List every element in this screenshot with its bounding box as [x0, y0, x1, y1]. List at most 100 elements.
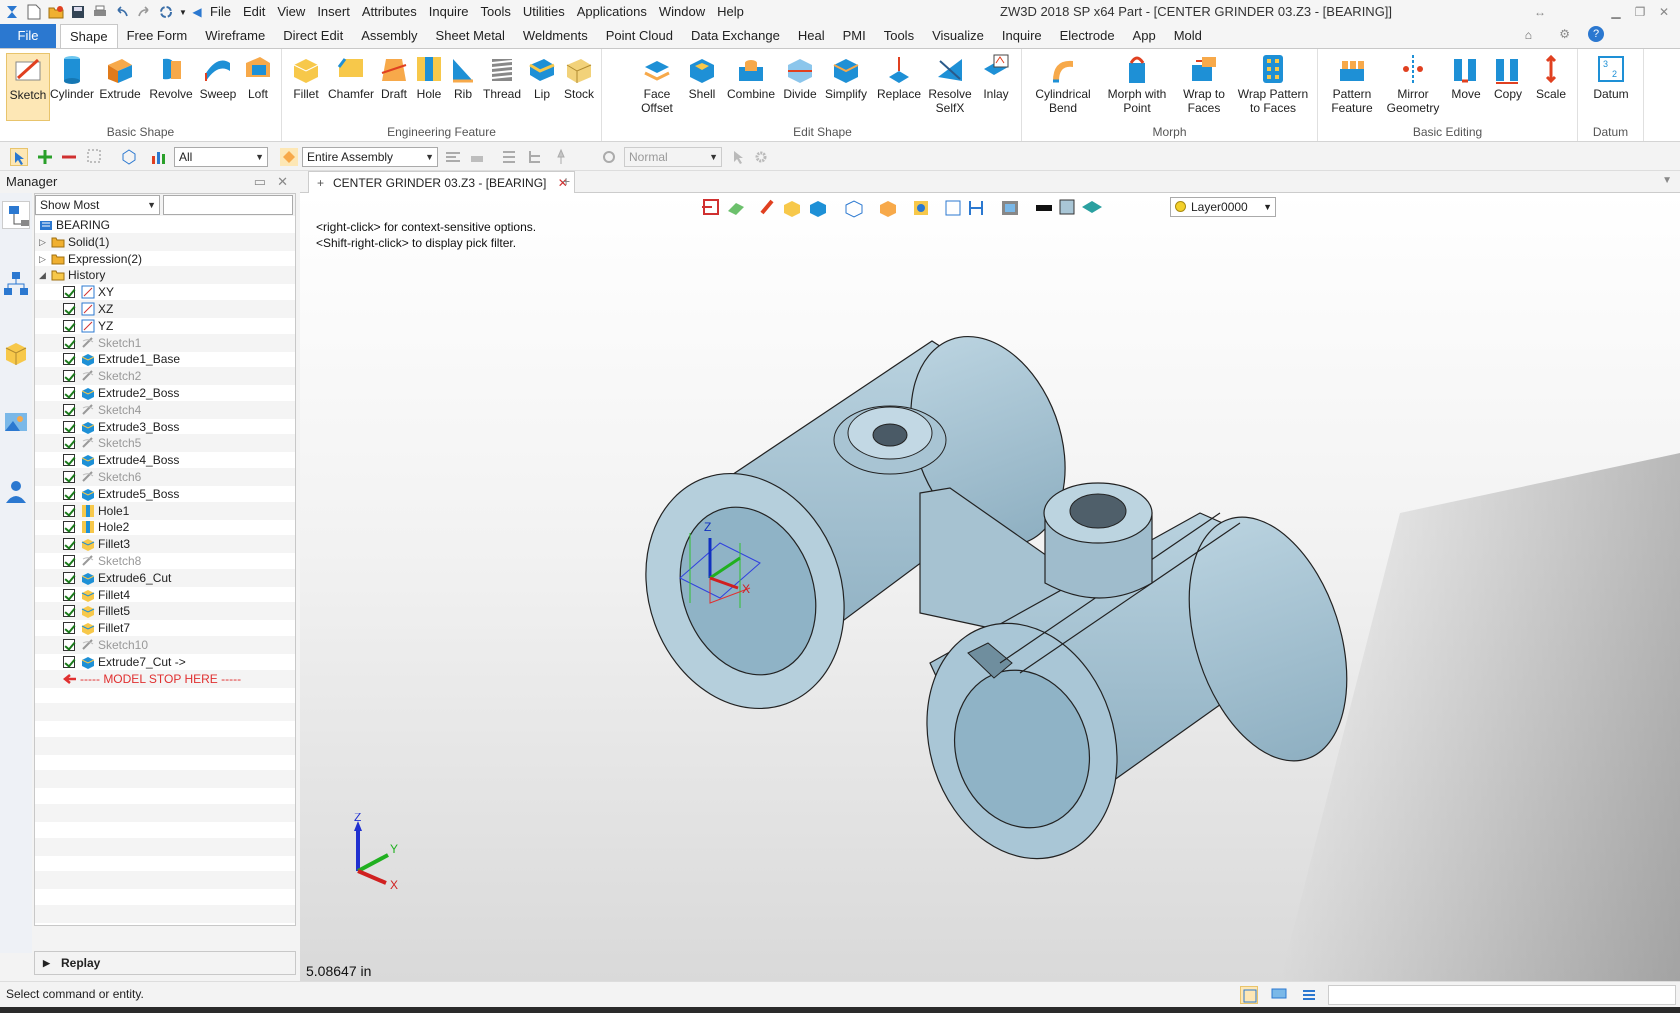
filter-grid-icon[interactable] [86, 148, 104, 166]
gear-small-icon[interactable] [752, 148, 770, 166]
morph-with-point-button[interactable]: Morph with Point [1104, 53, 1170, 115]
tree-row[interactable]: Sketch2 [35, 367, 295, 386]
visibility-checkbox[interactable] [63, 655, 75, 668]
loft-button[interactable]: Loft [240, 53, 276, 101]
tree-row[interactable]: ----- MODEL STOP HERE ----- [35, 669, 295, 688]
tab-wireframe[interactable]: Wireframe [196, 24, 274, 48]
visibility-checkbox[interactable] [63, 336, 75, 349]
visibility-checkbox[interactable] [63, 403, 75, 416]
tree-row[interactable]: YZ [35, 317, 295, 335]
move-button[interactable]: Move [1446, 53, 1486, 101]
tab-visualize[interactable]: Visualize [923, 24, 993, 48]
dropdown-arrow-icon[interactable]: ▼ [178, 2, 188, 22]
sweep-button[interactable]: Sweep [196, 53, 240, 101]
visibility-checkbox[interactable] [63, 387, 75, 399]
image-tab-icon[interactable] [2, 408, 30, 436]
thread-button[interactable]: Thread [480, 53, 524, 101]
tree-row[interactable]: Hole1 [35, 501, 295, 520]
visibility-checkbox[interactable] [63, 487, 75, 500]
tree-row[interactable]: Sketch8 [35, 552, 295, 570]
save-icon[interactable] [68, 2, 88, 22]
replace-button[interactable]: Replace [874, 53, 924, 101]
remove-icon[interactable] [60, 148, 78, 166]
tab-app[interactable]: App [1124, 24, 1165, 48]
distribute-icon[interactable] [468, 148, 486, 166]
visibility-checkbox[interactable] [63, 605, 75, 618]
back-arrow-icon[interactable]: ◀ [190, 2, 204, 22]
tab-point-cloud[interactable]: Point Cloud [597, 24, 682, 48]
stock-button[interactable]: Stock [560, 53, 598, 101]
resolve-selfx-button[interactable]: Resolve SelfX [926, 53, 974, 115]
tab-heal[interactable]: Heal [789, 24, 834, 48]
visibility-checkbox[interactable] [63, 521, 75, 534]
tree-icon[interactable] [526, 148, 544, 166]
cylinder-button[interactable]: Cylinder [50, 53, 94, 101]
tree-row[interactable]: Fillet5 [35, 602, 295, 621]
bearing-part-model[interactable]: Z X [300, 193, 1680, 981]
visibility-checkbox[interactable] [63, 437, 75, 450]
monitor-icon[interactable] [1270, 986, 1288, 1004]
datum-button[interactable]: 32 Datum [1590, 53, 1632, 101]
tab-mold[interactable]: Mold [1165, 24, 1211, 48]
document-tab[interactable]: + CENTER GRINDER 03.Z3 - [BEARING] ✕ [308, 171, 575, 193]
tree-row[interactable]: XY [35, 283, 295, 301]
tab-electrode[interactable]: Electrode [1051, 24, 1124, 48]
close-icon[interactable]: ✕ [1654, 2, 1674, 22]
collapse-ribbon-icon[interactable]: ⌂ [1525, 28, 1532, 42]
visibility-checkbox[interactable] [63, 555, 75, 567]
tree-row[interactable]: Fillet7 [35, 619, 295, 637]
divide-button[interactable]: Divide [780, 53, 820, 101]
menu-edit[interactable]: Edit [237, 0, 271, 24]
tree-row[interactable]: Sketch5 [35, 434, 295, 453]
assembly-scope-icon[interactable] [280, 148, 298, 166]
menu-inquire[interactable]: Inquire [423, 0, 475, 24]
shell-button[interactable]: Shell [682, 53, 722, 101]
rebuild-icon[interactable] [156, 2, 176, 22]
tab-inquire[interactable]: Inquire [993, 24, 1051, 48]
menu-view[interactable]: View [271, 0, 311, 24]
help-icon[interactable]: ? [1588, 26, 1604, 42]
chart-icon[interactable] [150, 148, 168, 166]
tree-row[interactable]: Fillet4 [35, 586, 295, 604]
draft-button[interactable]: Draft [376, 53, 412, 101]
tab-sheet-metal[interactable]: Sheet Metal [427, 24, 514, 48]
menu-tools[interactable]: Tools [475, 0, 517, 24]
new-tab-icon[interactable]: + [562, 173, 570, 189]
tree-row[interactable]: Fillet3 [35, 535, 295, 554]
resize-arrows-icon[interactable]: ↔ [1530, 2, 1550, 22]
tree-row[interactable]: Extrude5_Boss [35, 485, 295, 503]
command-input[interactable] [1328, 985, 1676, 1005]
redo-icon[interactable] [134, 2, 154, 22]
pin-panel-icon[interactable]: ▭ [254, 171, 266, 193]
menu-window[interactable]: Window [653, 0, 711, 24]
history-tab-icon[interactable] [2, 201, 30, 229]
menu-insert[interactable]: Insert [311, 0, 356, 24]
visibility-checkbox[interactable] [63, 471, 75, 483]
tree-row[interactable]: Sketch1 [35, 333, 295, 352]
combine-button[interactable]: Combine [724, 53, 778, 101]
new-file-icon[interactable] [24, 2, 44, 22]
wrap-to-faces-button[interactable]: Wrap to Faces [1180, 53, 1228, 115]
cylindrical-bend-button[interactable]: Cylindrical Bend [1032, 53, 1094, 115]
tab-shape[interactable]: Shape [60, 24, 118, 48]
tree-row[interactable]: XZ [35, 300, 295, 318]
tab-file[interactable]: File [0, 24, 56, 48]
tree-row[interactable]: ◢ History [35, 266, 295, 285]
settings-icon[interactable] [600, 148, 618, 166]
visibility-checkbox[interactable] [63, 504, 75, 517]
tree-search-input[interactable] [163, 195, 293, 215]
inlay-button[interactable]: Inlay [976, 53, 1016, 101]
list-icon[interactable] [500, 148, 518, 166]
tree-row[interactable]: Extrude2_Boss [35, 384, 295, 402]
tree-row[interactable]: Extrude4_Boss [35, 451, 295, 469]
scale-button[interactable]: Scale [1530, 53, 1572, 101]
tree-row[interactable]: Sketch6 [35, 468, 295, 486]
menu-applications[interactable]: Applications [571, 0, 653, 24]
simplify-button[interactable]: Simplify [820, 53, 872, 101]
tab-weldments[interactable]: Weldments [514, 24, 597, 48]
pin-icon[interactable] [552, 148, 570, 166]
visibility-checkbox[interactable] [63, 303, 75, 315]
visibility-checkbox[interactable] [63, 454, 75, 467]
chamfer-button[interactable]: Chamfer [328, 53, 374, 101]
expand-arrow-icon[interactable]: ▷ [39, 233, 46, 251]
